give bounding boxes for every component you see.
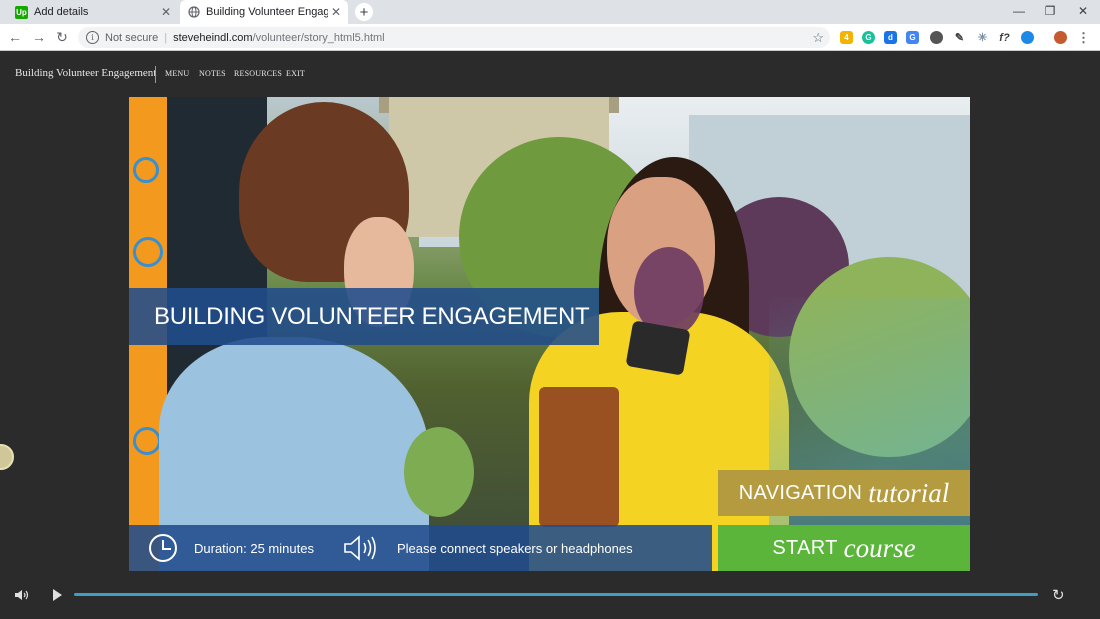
player-controls: ↻ [0, 578, 1100, 612]
course-label: course [843, 532, 916, 563]
close-tab-icon[interactable]: ✕ [328, 5, 344, 19]
browser-tab-strip: Up Add details ✕ Building Volunteer Enga… [0, 0, 1100, 24]
bookmark-star-icon[interactable]: ☆ [812, 30, 824, 46]
close-icon[interactable]: ✕ [1068, 2, 1098, 20]
url-path: /volunteer/story_html5.html [252, 31, 385, 44]
resources-link[interactable]: RESOURCES [234, 69, 282, 78]
tab-title: Add details [34, 6, 89, 18]
shirt-print [539, 387, 619, 527]
new-tab-button[interactable]: + [355, 3, 373, 21]
function-extension-icon[interactable]: f? [998, 31, 1011, 44]
replay-icon[interactable]: ↻ [1052, 586, 1065, 604]
more-menu-icon[interactable]: ⋮ [1077, 30, 1090, 45]
profile-avatar[interactable] [1054, 31, 1067, 44]
slide-title-band: BUILDING VOLUNTEER ENGAGEMENT [129, 288, 599, 345]
tab-title: Building Volunteer Engagement [206, 6, 328, 18]
slide-title: BUILDING VOLUNTEER ENGAGEMENT [154, 302, 590, 330]
player-header: Building Volunteer Engagement MENU NOTES… [0, 51, 1100, 97]
upwork-favicon-icon: Up [15, 5, 28, 19]
info-icon[interactable]: i [86, 31, 99, 44]
start-course-button[interactable]: START course [718, 525, 970, 571]
clock-icon [149, 534, 177, 562]
tab-building-volunteer-engagement[interactable]: Building Volunteer Engagement ✕ [180, 0, 348, 24]
browser-toolbar: ← → ↻ i Not secure | steveheindl.com/vol… [0, 24, 1100, 51]
blue-swirl [133, 237, 163, 267]
restore-icon[interactable]: ❐ [1035, 2, 1065, 20]
dashlane-extension-icon[interactable]: d [884, 31, 897, 44]
address-bar[interactable]: i Not secure | steveheindl.com/volunteer… [78, 27, 830, 48]
info-band: Duration: 25 minutes Please connect spea… [129, 525, 712, 571]
navigation-label: NAVIGATION [738, 481, 863, 504]
close-tab-icon[interactable]: ✕ [158, 5, 174, 19]
blue-swirl [133, 427, 161, 455]
plant-pot [625, 320, 691, 376]
forward-arrow-icon[interactable]: → [30, 28, 48, 46]
tutorial-label: tutorial [868, 477, 950, 508]
course-slide: BUILDING VOLUNTEER ENGAGEMENT NAVIGATION… [129, 97, 970, 571]
network-extension-icon[interactable]: ✳ [976, 31, 989, 44]
speaker-icon [344, 535, 376, 561]
cortana-extension-icon[interactable] [1021, 31, 1034, 44]
seek-bar[interactable] [74, 593, 1038, 596]
eyedropper-extension-icon[interactable]: ✎ [953, 31, 966, 44]
tab-add-details[interactable]: Up Add details ✕ [8, 0, 178, 24]
globe-icon [187, 6, 200, 19]
notes-link[interactable]: NOTES [199, 69, 226, 78]
sidebar-toggle-handle[interactable] [0, 444, 14, 470]
speakers-note: Please connect speakers or headphones [397, 541, 633, 556]
translate-extension-icon[interactable]: G [906, 31, 919, 44]
address-separator: | [164, 31, 168, 44]
circle-extension-icon[interactable] [930, 31, 943, 44]
seedling-plant [404, 427, 474, 517]
start-label: START [772, 536, 838, 559]
reload-icon[interactable]: ↻ [53, 28, 71, 46]
back-arrow-icon[interactable]: ← [6, 28, 24, 46]
header-divider [155, 66, 156, 83]
course-title: Building Volunteer Engagement [15, 67, 157, 79]
not-secure-label: Not secure [105, 31, 159, 44]
duration-text: Duration: 25 minutes [194, 541, 314, 556]
blue-swirl [133, 157, 159, 183]
navigation-tutorial-button[interactable]: NAVIGATION tutorial [718, 470, 970, 516]
minimize-icon[interactable]: — [1004, 2, 1034, 20]
play-button[interactable] [53, 589, 62, 601]
exit-link[interactable]: EXIT [286, 69, 305, 78]
menu-link[interactable]: MENU [165, 69, 189, 78]
url-host: steveheindl.com [173, 31, 253, 44]
sticky-notes-extension-icon[interactable]: 4 [840, 31, 853, 44]
volume-icon[interactable] [14, 589, 30, 601]
grammarly-extension-icon[interactable]: G [862, 31, 875, 44]
